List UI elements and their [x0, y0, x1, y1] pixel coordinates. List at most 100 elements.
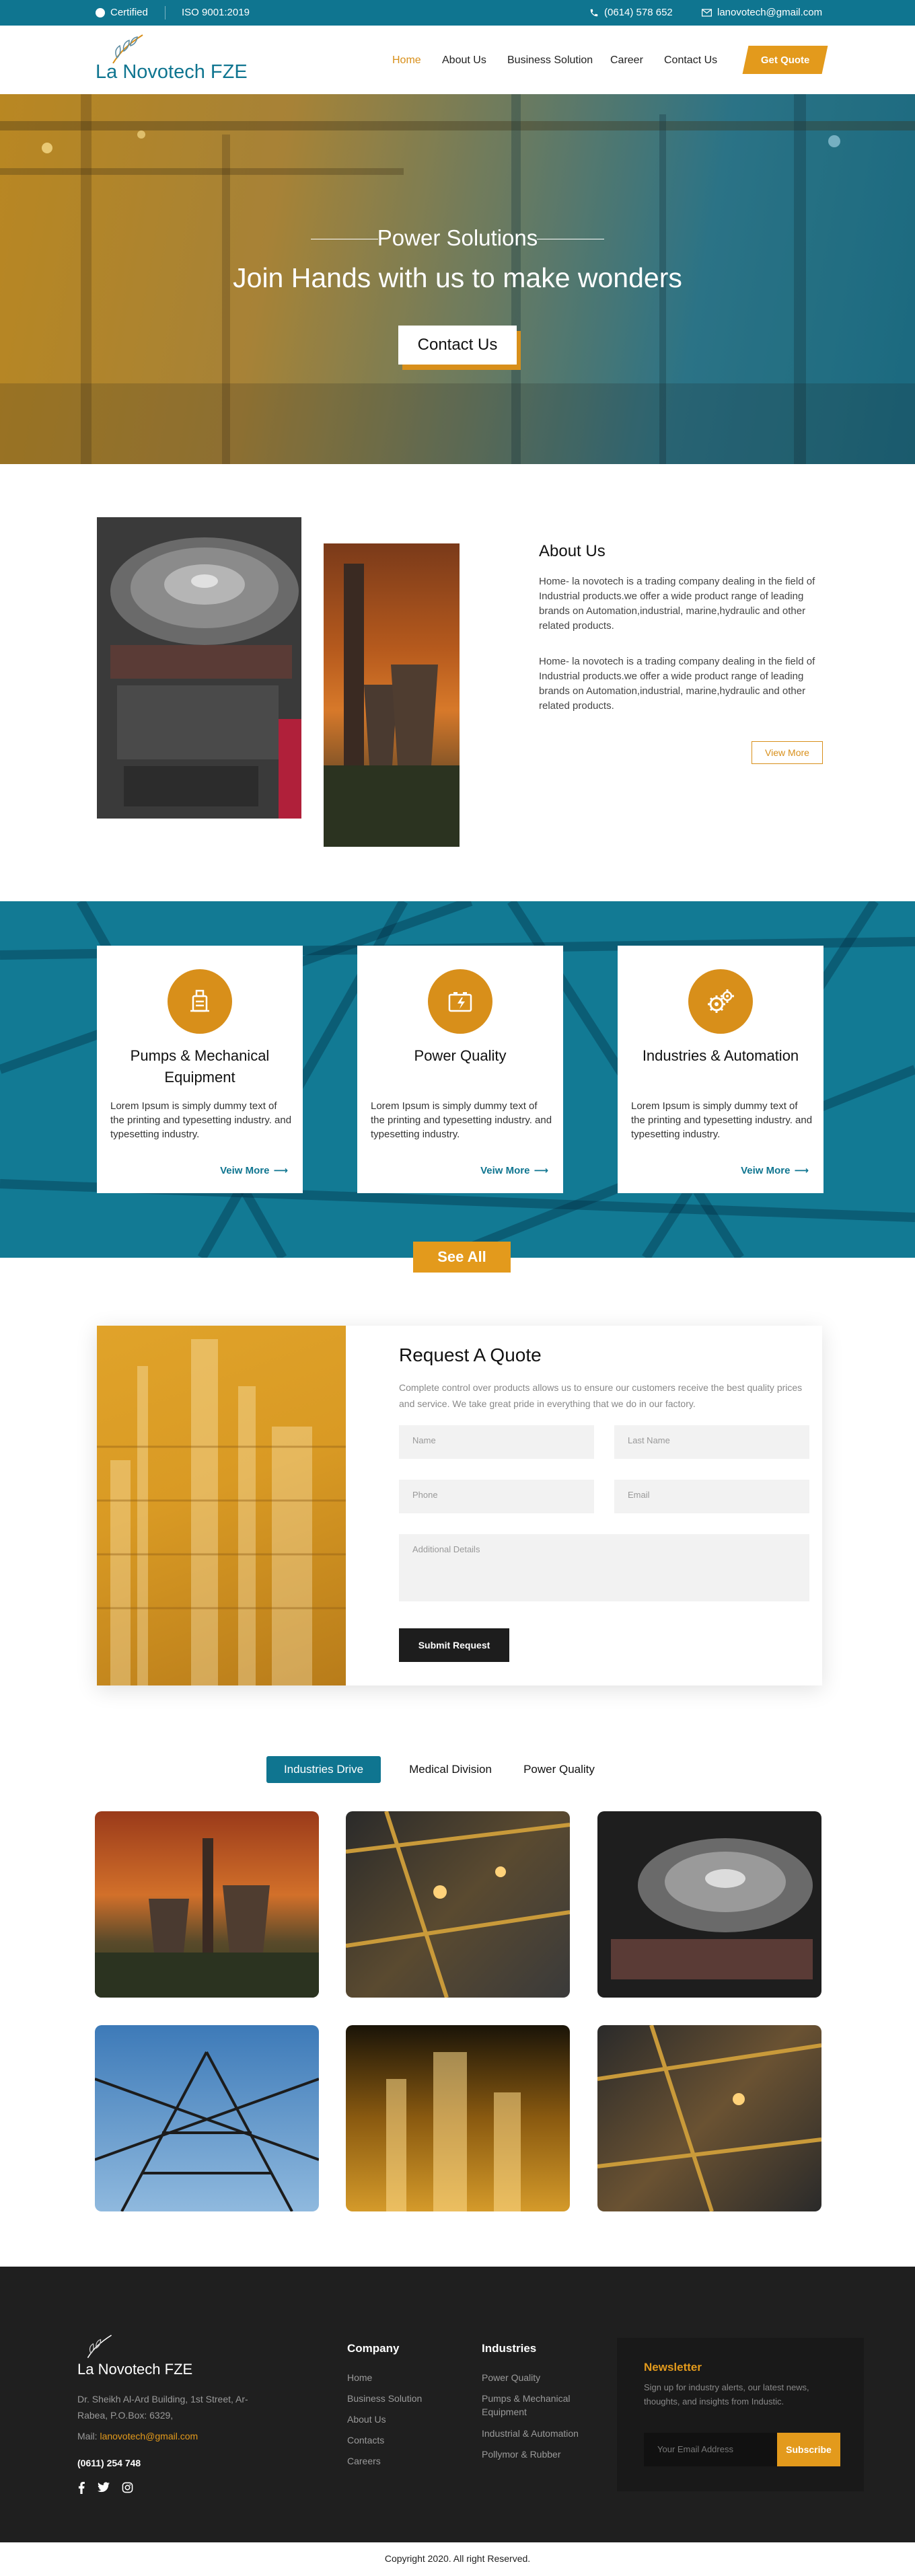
newsletter-email-input[interactable]: Your Email Address	[644, 2433, 777, 2466]
iso-label: ISO 9001:2019	[182, 7, 250, 18]
service-icon-circle	[688, 969, 753, 1034]
service-card-text: Lorem Ipsum is simply dummy text of the …	[631, 1100, 813, 1140]
iso-text: ISO 9001:2019	[182, 7, 250, 18]
about-paragraph-1: Home- la novotech is a trading company d…	[539, 576, 815, 632]
twitter-icon[interactable]	[98, 2482, 110, 2493]
name-field[interactable]: Name	[399, 1425, 594, 1459]
refinery-image	[97, 1326, 346, 1685]
hero-contact-button[interactable]: Contact Us	[398, 326, 517, 365]
cooling-towers-image	[324, 543, 460, 847]
check-badge-icon	[96, 7, 105, 17]
about-title: About Us	[539, 542, 606, 560]
nav-contact-us[interactable]: Contact Us	[664, 54, 717, 67]
gallery-image-cooling-towers[interactable]	[95, 1811, 319, 1998]
tab-power-quality[interactable]: Power Quality	[515, 1756, 603, 1783]
facebook-icon[interactable]	[77, 2482, 85, 2494]
arrow-right-icon: ⟶	[534, 1165, 548, 1176]
phone-field[interactable]: Phone	[399, 1480, 594, 1513]
footer-link-industrial-automation[interactable]: Industrial & Automation	[482, 2427, 579, 2440]
arrow-right-icon: ⟶	[794, 1165, 809, 1176]
phone-icon	[590, 9, 598, 16]
nav-home[interactable]: Home	[392, 54, 421, 67]
service-card-title: Pumps & Mechanical Equipment	[130, 1047, 270, 1086]
email-field[interactable]: Email	[614, 1480, 809, 1513]
topbar-phone[interactable]: (0614) 578 652	[589, 7, 673, 18]
service-card-title: Power Quality	[414, 1047, 507, 1064]
copyright-text: Copyright 2020. All right Reserved.	[384, 2553, 531, 2564]
footer-address: Dr. Sheikh Al-Ard Building, 1st Street, …	[77, 2394, 248, 2421]
footer-phone[interactable]: (0611) 254 748	[77, 2458, 141, 2468]
instagram-icon[interactable]	[122, 2482, 133, 2493]
nav-career[interactable]: Career	[610, 54, 643, 67]
gears-icon	[708, 989, 734, 1013]
about-view-more-button[interactable]: View More	[752, 741, 823, 764]
pump-icon	[190, 989, 209, 1012]
service-card-text: Lorem Ipsum is simply dummy text of the …	[371, 1100, 552, 1140]
footer-link-pumps[interactable]: Pumps & Mechanical Equipment	[482, 2392, 589, 2419]
submit-request-button[interactable]: Submit Request	[399, 1628, 509, 1662]
arrow-right-icon: ⟶	[273, 1165, 288, 1176]
tab-medical-division[interactable]: Medical Division	[398, 1756, 503, 1783]
see-all-button[interactable]: See All	[413, 1242, 511, 1273]
footer-link-contacts[interactable]: Contacts	[347, 2433, 384, 2447]
gallery-image-plant-interior[interactable]	[346, 1811, 570, 1998]
service-card-pumps[interactable]: Pumps & Mechanical Equipment Lorem Ipsum…	[97, 946, 303, 1193]
site-footer: La Novotech FZE Dr. Sheikh Al-Ard Buildi…	[0, 2267, 915, 2576]
hero-tag: Power Solutions	[377, 225, 538, 250]
leaf-logo-icon	[87, 2335, 112, 2359]
certified-badge: Certified	[96, 7, 148, 18]
service-card-link[interactable]: Veiw More ⟶	[220, 1164, 288, 1177]
footer-company-title: Company	[347, 2342, 400, 2355]
last-name-field[interactable]: Last Name	[614, 1425, 809, 1459]
service-card-text: Lorem Ipsum is simply dummy text of the …	[110, 1100, 292, 1140]
newsletter-box: Newsletter Sign up for industry alerts, …	[617, 2338, 864, 2491]
topbar-divider	[165, 6, 166, 20]
hero-banner: Power Solutions Join Hands with us to ma…	[0, 94, 915, 464]
gallery-image-transmission-tower[interactable]	[95, 2025, 319, 2211]
tab-industries-drive[interactable]: Industries Drive	[266, 1756, 381, 1783]
footer-mail-label: Mail:	[77, 2431, 98, 2441]
request-quote-description: Complete control over products allows us…	[399, 1382, 803, 1409]
nav-business-solution[interactable]: Business Solution	[507, 54, 593, 67]
request-quote-panel: Request A Quote Complete control over pr…	[97, 1326, 822, 1685]
service-card-link[interactable]: Veiw More ⟶	[480, 1164, 548, 1177]
nav-about-us[interactable]: About Us	[442, 54, 486, 67]
mail-icon	[702, 8, 712, 17]
service-card-link[interactable]: Veiw More ⟶	[741, 1164, 809, 1177]
get-quote-button[interactable]: Get Quote	[742, 46, 828, 74]
service-card-title: Industries & Automation	[642, 1047, 799, 1064]
gallery-image-refinery-night[interactable]	[346, 2025, 570, 2211]
get-quote-label: Get Quote	[760, 54, 810, 66]
service-link-label: Veiw More	[741, 1164, 791, 1176]
logo-text: La Novotech FZE	[96, 61, 248, 83]
gallery-image-plant-interior-2[interactable]	[597, 2025, 821, 2211]
service-card-industries[interactable]: Industries & Automation Lorem Ipsum is s…	[618, 946, 824, 1193]
footer-logo-text: La Novotech FZE	[77, 2361, 193, 2378]
subscribe-button[interactable]: Subscribe	[777, 2433, 840, 2466]
footer-link-pollymor-rubber[interactable]: Pollymor & Rubber	[482, 2448, 561, 2461]
footer-industries-title: Industries	[482, 2342, 537, 2355]
service-icon-circle	[168, 969, 232, 1034]
footer-mail[interactable]: Mail: lanovotech@gmail.com	[77, 2431, 198, 2441]
service-link-label: Veiw More	[220, 1164, 270, 1176]
footer-link-about-us[interactable]: About Us	[347, 2413, 386, 2426]
footer-link-power-quality[interactable]: Power Quality	[482, 2371, 540, 2384]
service-card-power-quality[interactable]: Power Quality Lorem Ipsum is simply dumm…	[357, 946, 563, 1193]
about-paragraph-2: Home- la novotech is a trading company d…	[539, 656, 815, 712]
topbar-email[interactable]: lanovotech@gmail.com	[702, 7, 822, 18]
site-header: La Novotech FZE Home About Us Business S…	[0, 26, 915, 94]
newsletter-title: Newsletter	[644, 2361, 702, 2374]
footer-mail-address: lanovotech@gmail.com	[100, 2431, 198, 2441]
footer-link-home[interactable]: Home	[347, 2371, 372, 2384]
topbar-email-text: lanovotech@gmail.com	[717, 7, 823, 18]
service-icon-circle	[428, 969, 492, 1034]
footer-link-careers[interactable]: Careers	[347, 2454, 381, 2468]
newsletter-text: Sign up for industry alerts, our latest …	[644, 2382, 809, 2407]
service-link-label: Veiw More	[480, 1164, 530, 1176]
engine-image	[97, 517, 301, 819]
gallery-image-engine[interactable]	[597, 1811, 821, 1998]
certified-label: Certified	[110, 7, 148, 18]
footer-link-business-solution[interactable]: Business Solution	[347, 2392, 422, 2405]
additional-details-field[interactable]: Additional Details	[399, 1534, 809, 1601]
request-quote-title: Request A Quote	[399, 1344, 542, 1365]
